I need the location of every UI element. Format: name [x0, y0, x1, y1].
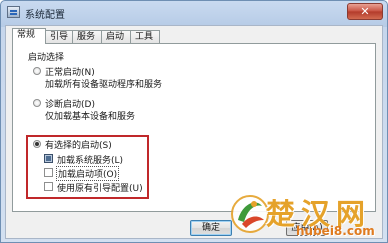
tab-startup[interactable]: 启动 — [101, 30, 131, 43]
close-button[interactable]: ✕ — [347, 3, 383, 20]
normal-startup-description: 加载所有设备驱动程序和服务 — [45, 80, 163, 90]
site-watermark: 楚汉网 hubei8.com — [226, 190, 386, 242]
tab-general[interactable]: 常规 — [12, 28, 46, 44]
selective-startup-radio[interactable] — [33, 140, 41, 148]
title-bar[interactable]: 系统配置 ✕ — [1, 1, 387, 25]
tab-boot[interactable]: 引导 — [45, 30, 73, 43]
load-system-services-label[interactable]: 加载系统服务(L) — [57, 153, 123, 166]
tab-services[interactable]: 服务 — [72, 30, 102, 43]
diagnostic-startup-description: 仅加载基本设备和服务 — [45, 112, 136, 122]
normal-startup-radio[interactable] — [33, 67, 41, 75]
load-system-services-checkbox[interactable] — [44, 154, 53, 163]
window-title: 系统配置 — [25, 10, 65, 21]
close-icon: ✕ — [360, 5, 370, 18]
watermark-domain: hubei8.com — [296, 224, 375, 238]
selective-startup-label[interactable]: 有选择的启动(S) — [45, 138, 112, 151]
use-original-boot-config-label[interactable]: 使用原有引导配置(U) — [57, 181, 143, 194]
startup-selection-title: 启动选择 — [28, 53, 65, 63]
diagnostic-startup-radio[interactable] — [33, 99, 41, 107]
general-tab-panel: 启动选择 正常启动(N) 加载所有设备驱动程序和服务 诊断启动(D) 仅加载基本… — [12, 43, 376, 212]
tab-tools[interactable]: 工具 — [130, 30, 160, 43]
load-startup-items-checkbox[interactable] — [44, 168, 53, 177]
use-original-boot-config-checkbox[interactable] — [44, 182, 53, 191]
msconfig-icon — [7, 6, 20, 18]
load-startup-items-label[interactable]: 加载启动项(O) — [56, 166, 120, 181]
